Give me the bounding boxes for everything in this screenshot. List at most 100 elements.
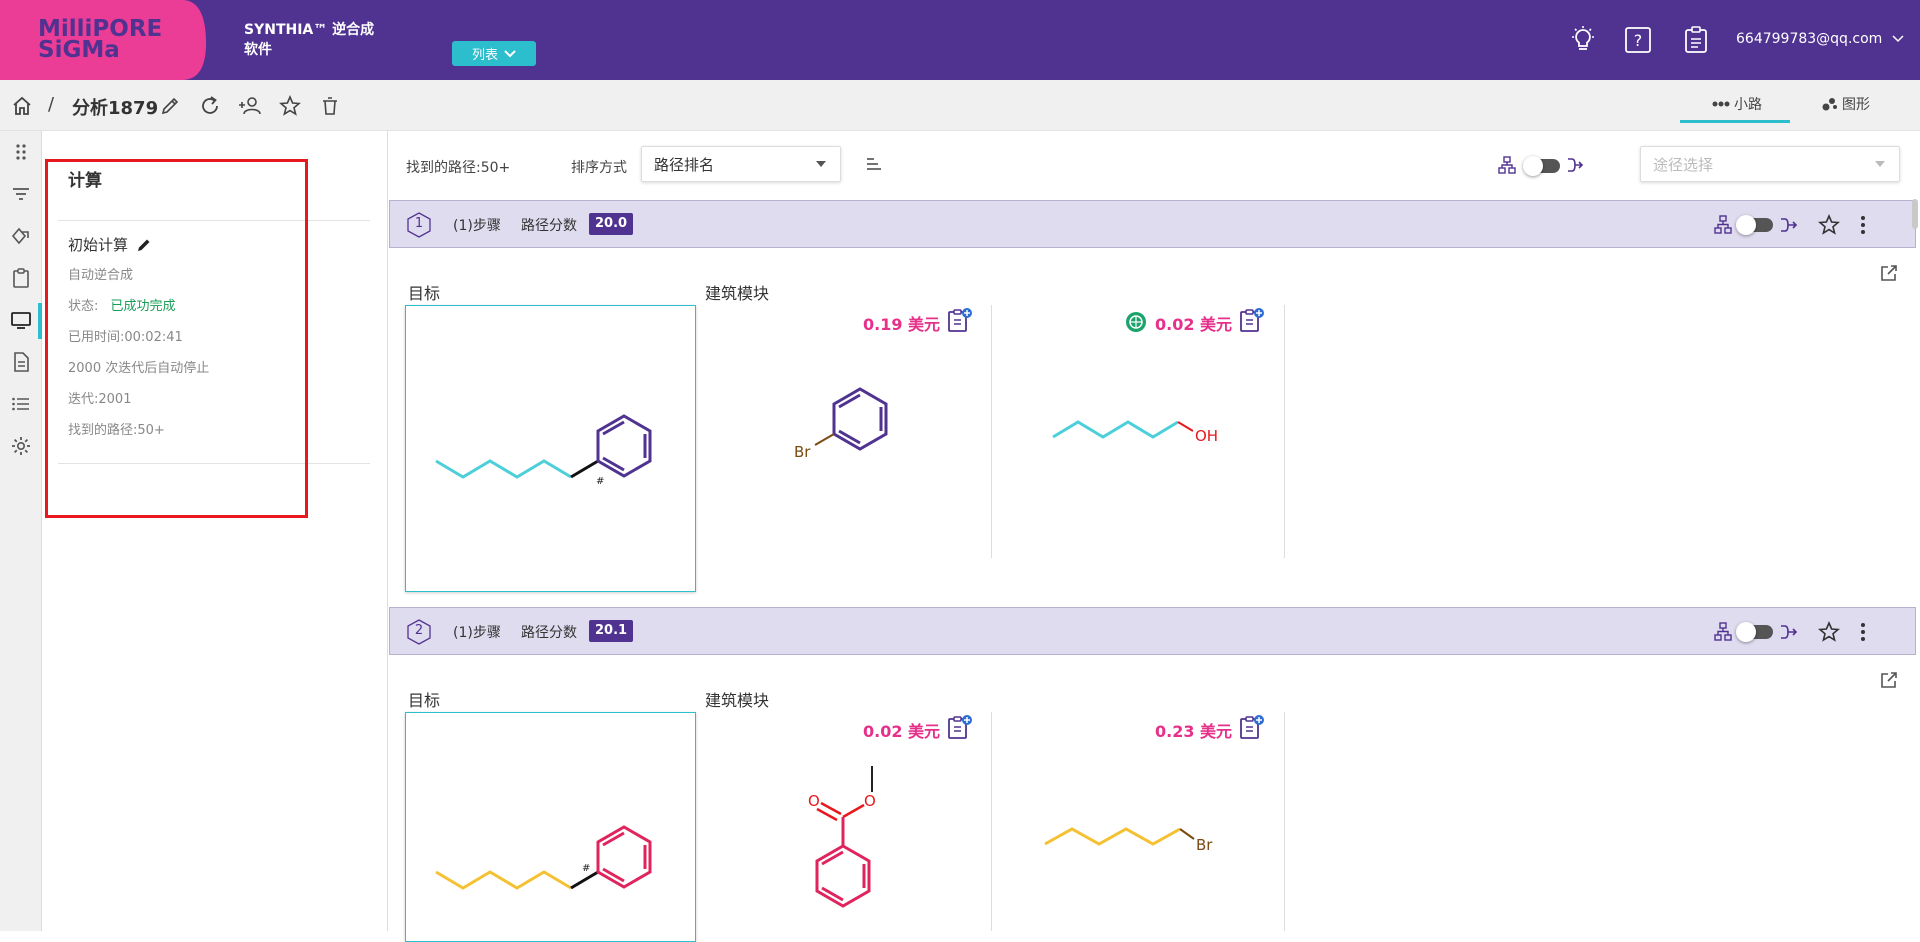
route-score-badge: 20.1 <box>589 620 634 642</box>
more-vertical-icon[interactable] <box>1851 620 1875 644</box>
bond-label: # <box>596 476 604 487</box>
route-steps: (1)步骤 <box>453 625 501 641</box>
reaction-icon[interactable] <box>9 224 33 248</box>
monitor-icon[interactable] <box>9 308 33 332</box>
add-to-cart-icon[interactable] <box>1239 307 1265 333</box>
favorite-star-icon[interactable] <box>1817 620 1841 644</box>
target-molecule-structure: # <box>435 414 652 487</box>
sort-select-value: 路径排名 <box>654 155 715 174</box>
clipboard-icon[interactable] <box>1682 26 1710 54</box>
route-header[interactable]: 2 (1)步骤 路径分数 20.1 <box>389 607 1916 655</box>
sustainability-badge-icon <box>1126 312 1146 332</box>
product-name: SYNTHIA™ 逆合成 软件 <box>244 20 374 60</box>
target-molecule-structure: # <box>435 825 652 890</box>
breadcrumb-separator: / <box>48 94 55 115</box>
route-select[interactable]: 途径选择 <box>1640 146 1900 182</box>
breadcrumb: / 分析1879 小路 图形 <box>0 80 1920 131</box>
caret-down-icon <box>1875 161 1885 167</box>
caret-down-icon <box>816 161 826 167</box>
chevron-down-icon <box>504 49 516 57</box>
open-external-icon[interactable] <box>1879 263 1899 283</box>
price-label: 0.19 美元 <box>863 315 941 334</box>
trash-icon[interactable] <box>318 94 342 118</box>
target-molecule-card[interactable]: # <box>405 305 696 592</box>
route-flow-icon[interactable] <box>1777 213 1801 237</box>
building-block-structure: O O <box>808 766 876 908</box>
add-to-cart-icon[interactable] <box>947 307 973 333</box>
sort-label: 排序方式 <box>571 160 627 176</box>
global-view-toggle[interactable] <box>1523 156 1560 176</box>
target-label: 目标 <box>408 284 441 303</box>
building-block-card[interactable]: 0.23 美元 Br <box>993 712 1285 931</box>
user-email: 664799783@qq.com <box>1736 31 1883 47</box>
add-to-cart-icon[interactable] <box>947 714 973 740</box>
target-label: 目标 <box>408 691 441 710</box>
route-view-toggle[interactable] <box>1736 215 1773 235</box>
atom-label: OH <box>1195 427 1218 445</box>
more-vertical-icon[interactable] <box>1851 213 1875 237</box>
scrollbar-thumb[interactable] <box>1912 199 1918 229</box>
clipboard-list-icon[interactable] <box>9 266 33 290</box>
route-score-badge: 20.0 <box>589 213 634 235</box>
building-blocks-label: 建筑模块 <box>705 284 770 303</box>
price-label: 0.02 美元 <box>863 722 941 741</box>
building-block-card[interactable]: 0.19 美元 Br <box>697 305 992 558</box>
route-header[interactable]: 1 (1)步骤 路径分数 20.0 <box>389 200 1916 248</box>
document-icon[interactable] <box>9 350 33 374</box>
building-block-structure: Br <box>1044 827 1213 854</box>
add-to-cart-icon[interactable] <box>1239 714 1265 740</box>
route-flow-icon[interactable] <box>1777 620 1801 644</box>
route-steps: (1)步骤 <box>453 218 501 234</box>
tree-view-icon[interactable] <box>1711 620 1735 644</box>
list-icon[interactable] <box>9 392 33 416</box>
product-name-line1: SYNTHIA™ 逆合成 <box>244 22 375 38</box>
settings-gear-icon[interactable] <box>9 434 33 458</box>
user-menu[interactable]: 664799783@qq.com <box>1736 31 1904 47</box>
sort-select[interactable]: 路径排名 <box>641 146 841 182</box>
building-block-card[interactable]: 0.02 美元 OH <box>993 305 1285 558</box>
favorite-star-icon[interactable] <box>1817 213 1841 237</box>
edit-icon[interactable] <box>158 94 182 118</box>
milliporesigma-logo[interactable]: MilliPORE SiGMa <box>0 0 210 80</box>
open-external-icon[interactable] <box>1879 670 1899 690</box>
view-mode-dropdown[interactable]: 列表 <box>452 41 536 66</box>
highlight-box <box>45 159 308 518</box>
tree-view-icon[interactable] <box>1498 156 1516 174</box>
star-icon[interactable] <box>278 94 302 118</box>
building-block-card[interactable]: 0.02 美元 O O <box>697 712 992 931</box>
route-dots-icon <box>1712 101 1730 107</box>
atom-label: O <box>864 792 876 810</box>
route-index: 2 <box>414 623 424 638</box>
tab-routes-label: 小路 <box>1734 97 1762 113</box>
sort-order-icon[interactable] <box>865 156 883 172</box>
tab-graph[interactable]: 图形 <box>1822 94 1870 114</box>
bond-label: # <box>582 863 590 874</box>
price-label: 0.23 美元 <box>1155 722 1233 741</box>
refresh-icon[interactable] <box>198 94 222 118</box>
route-flow-icon[interactable] <box>1566 156 1584 174</box>
tab-graph-label: 图形 <box>1842 97 1870 113</box>
route-score-label: 路径分数 <box>521 218 577 234</box>
graph-nodes-icon <box>1822 98 1837 111</box>
building-block-structure: OH <box>1052 420 1218 445</box>
atom-label: Br <box>794 443 811 461</box>
view-mode-label: 列表 <box>471 48 498 63</box>
help-icon[interactable]: ? <box>1624 26 1652 54</box>
building-blocks-label: 建筑模块 <box>705 691 770 710</box>
add-user-icon[interactable] <box>238 94 262 118</box>
atom-label: O <box>808 792 820 810</box>
home-icon[interactable] <box>10 94 34 118</box>
tree-view-icon[interactable] <box>1711 213 1735 237</box>
route-index-badge: 2 <box>406 618 432 646</box>
tab-routes[interactable]: 小路 <box>1712 94 1762 114</box>
target-molecule-card[interactable]: # <box>405 712 696 942</box>
route-view-toggle[interactable] <box>1736 622 1773 642</box>
routes-found-count: 找到的路径:50+ <box>406 160 511 176</box>
drag-grid-icon[interactable] <box>9 140 33 164</box>
svg-text:?: ? <box>1634 31 1643 50</box>
active-tab-indicator <box>1680 120 1790 123</box>
route-index: 1 <box>414 216 424 231</box>
lightbulb-icon[interactable] <box>1569 26 1597 54</box>
filter-icon[interactable] <box>9 182 33 206</box>
route-select-placeholder: 途径选择 <box>1653 155 1714 174</box>
